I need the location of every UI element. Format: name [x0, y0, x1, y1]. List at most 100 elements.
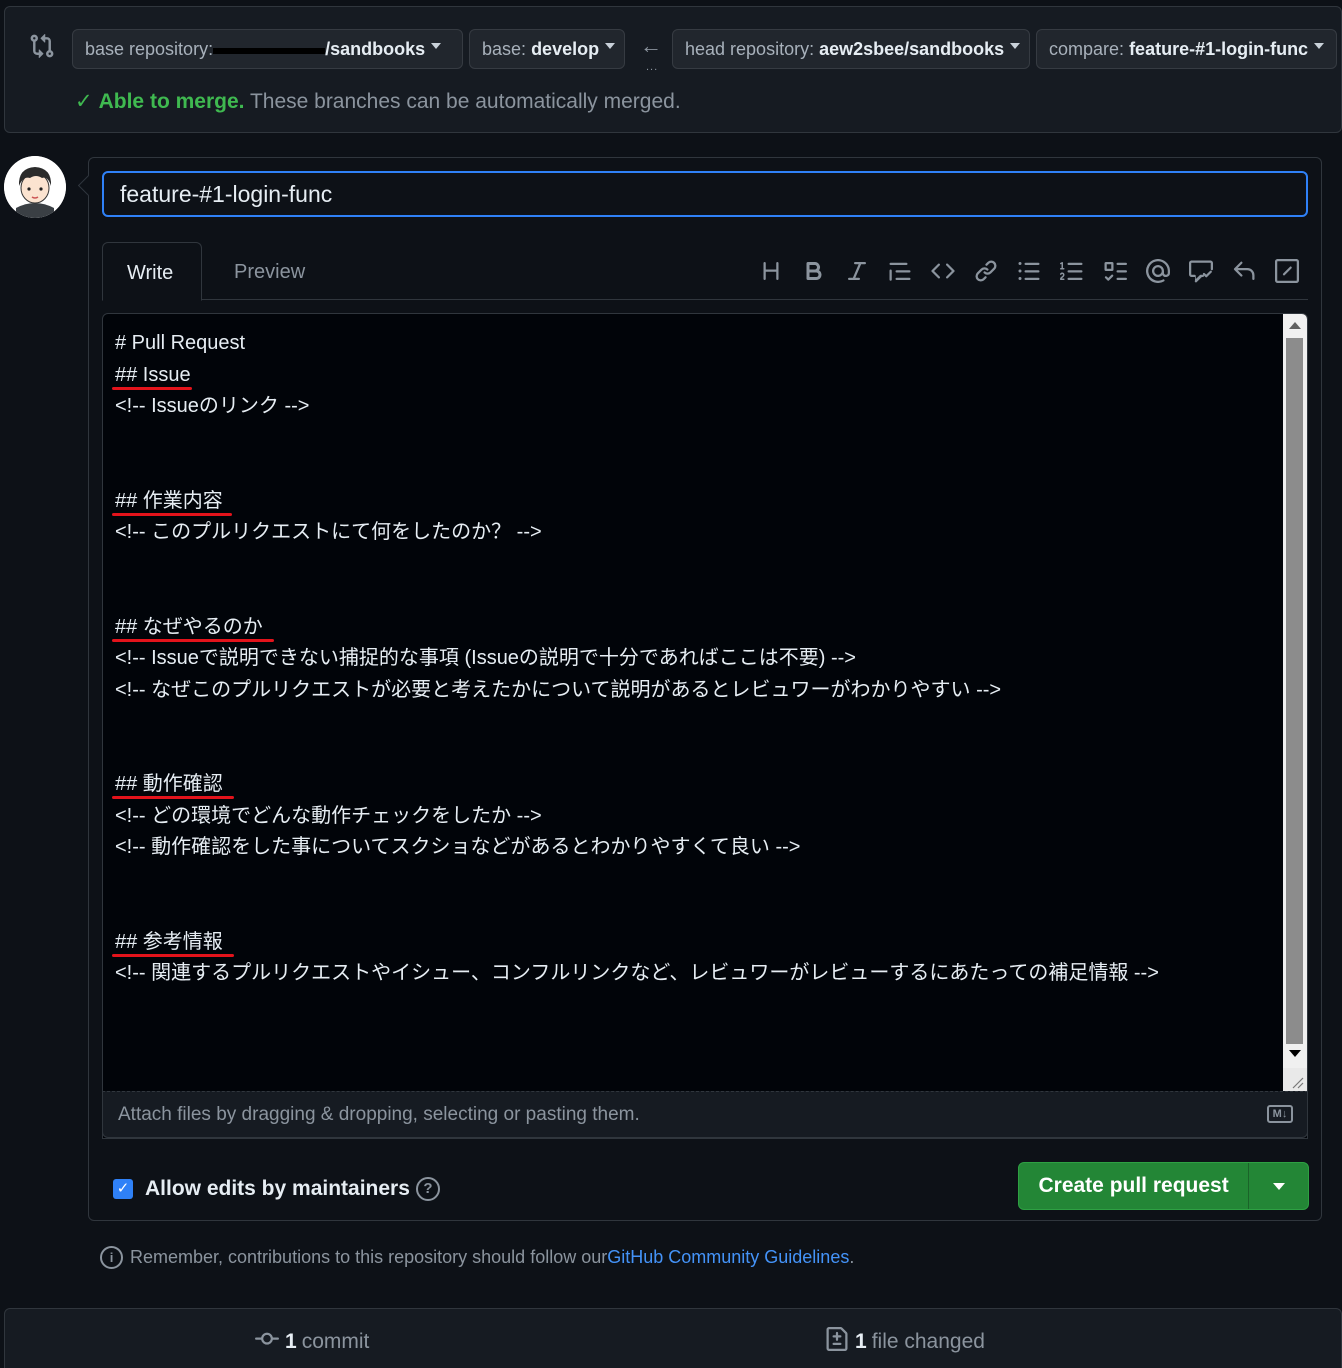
question-icon[interactable]: ? [415, 1177, 440, 1201]
markdown-line [115, 864, 1159, 896]
base-branch-prefix: base: [482, 39, 527, 59]
markdown-line [115, 706, 1159, 738]
quote-icon[interactable] [878, 254, 921, 288]
red-underline-annotation [112, 386, 192, 390]
markdown-title-line: # Pull Request [115, 332, 246, 354]
markdown-heading-line: ## 動作確認 [112, 769, 1159, 801]
scrollbar[interactable] [1283, 314, 1307, 1092]
reference-icon[interactable] [1179, 254, 1222, 288]
markdown-line: <!-- Issueで説明できない捕捉的な事項 (Issueの説明で十分であれば… [115, 647, 856, 669]
red-underline-annotation [112, 953, 234, 957]
markdown-heading-line: ## Issue [112, 360, 1159, 392]
pr-body-text: # Pull Request ## Issue <!-- Issueのリンク -->… [112, 328, 1159, 990]
base-branch-value: develop [531, 39, 600, 59]
merge-status-message: These branches can be automatically merg… [244, 90, 681, 113]
community-guidelines-link[interactable]: GitHub Community Guidelines [607, 1247, 849, 1268]
ordered-list-icon[interactable] [1050, 254, 1093, 288]
italic-icon[interactable] [835, 254, 878, 288]
commit-icon [255, 1327, 279, 1357]
compare-branch-value: feature-#1-login-func [1129, 39, 1309, 59]
markdown-line [115, 738, 1159, 770]
task-list-icon[interactable] [1093, 254, 1136, 288]
commits-label: commit [301, 1330, 370, 1353]
compare-branch-prefix: compare: [1049, 39, 1125, 59]
scroll-up-icon[interactable] [1289, 322, 1301, 329]
markdown-line [115, 454, 1159, 486]
base-repository-prefix: base repository: [85, 39, 214, 59]
pr-body-textarea[interactable]: # Pull Request ## Issue <!-- Issueのリンク -->… [102, 313, 1308, 1139]
link-icon[interactable] [964, 254, 1007, 288]
bold-icon[interactable] [792, 254, 835, 288]
allow-edits-label: Allow edits by maintainers [145, 1177, 410, 1200]
markdown-icon[interactable]: M↓ [1267, 1105, 1293, 1123]
markdown-line: <!-- 関連するプルリクエストやイシュー、コンフルリンクなど、レビュワーがレビ… [115, 962, 1159, 984]
markdown-line: <!-- Issueのリンク --> [115, 395, 310, 417]
scroll-thumb[interactable] [1286, 338, 1303, 1044]
red-underline-annotation [112, 638, 274, 642]
check-icon: ✓ [75, 90, 93, 113]
file-diff-icon [825, 1327, 849, 1357]
scroll-down-icon[interactable] [1289, 1050, 1301, 1057]
allow-edits-checkbox[interactable]: ✓ [113, 1179, 133, 1199]
create-pull-request-button-group: Create pull request [1018, 1162, 1309, 1210]
base-repository-select[interactable]: base repository: /sandbooks [72, 29, 463, 69]
base-branch-select[interactable]: base: develop [469, 29, 625, 69]
unordered-list-icon[interactable] [1007, 254, 1050, 288]
compare-branch-select[interactable]: compare: feature-#1-login-func [1036, 29, 1337, 69]
markdown-line: <!-- このプルリクエストにて何をしたのか？ --> [115, 521, 542, 543]
pr-title-input[interactable] [102, 171, 1308, 217]
heading-icon[interactable] [749, 254, 792, 288]
caret-down-icon [605, 43, 616, 50]
create-options-dropdown[interactable] [1248, 1163, 1308, 1209]
base-repository-value: /sandbooks [325, 39, 426, 59]
arrow-left-icon: ← [640, 33, 662, 58]
reply-icon[interactable] [1222, 254, 1265, 288]
head-repository-prefix: head repository: [685, 39, 815, 59]
head-repository-value: aew2sbee/sandbooks [819, 39, 1005, 59]
markdown-line [115, 423, 1159, 455]
head-repository-select[interactable]: head repository: aew2sbee/sandbooks [672, 29, 1030, 69]
compare-bar: base repository: /sandbooks base: develop… [4, 6, 1342, 133]
pull-request-form: Write Preview # Pull Request ## Issue <!--… [88, 157, 1322, 1221]
markdown-line: <!-- 動作確認をした事についてスクショなどがあるとわかりやすくて良い --> [115, 836, 801, 858]
files-label: file changed [871, 1330, 985, 1353]
tab-write[interactable]: Write [102, 242, 202, 301]
red-underline-annotation [112, 512, 232, 516]
caret-down-icon [1272, 1182, 1285, 1190]
mention-icon[interactable] [1136, 254, 1179, 288]
markdown-line [115, 895, 1159, 927]
info-icon: i [100, 1246, 123, 1269]
merge-status: ✓ Able to merge. These branches can be au… [75, 89, 681, 114]
caret-down-icon [431, 43, 442, 50]
files-changed-summary[interactable]: 1 file changed [825, 1327, 985, 1357]
community-guidelines-notice: i Remember, contributions to this reposi… [100, 1246, 854, 1269]
markdown-line: <!-- どの環境でどんな動作チェックをしたか --> [115, 804, 542, 827]
commits-summary[interactable]: 1 commit [255, 1327, 369, 1357]
slash-commands-icon[interactable] [1265, 254, 1308, 288]
editor-tabs: Write Preview [102, 242, 1308, 301]
avatar[interactable] [4, 156, 66, 218]
markdown-line [115, 580, 1159, 612]
markdown-toolbar [749, 242, 1308, 300]
file-attachment-bar[interactable]: Attach files by dragging & dropping, sel… [102, 1091, 1308, 1138]
markdown-heading-line: ## 作業内容 [112, 486, 1159, 518]
markdown-heading-line: ## 参考情報 [112, 927, 1159, 959]
guideline-text: Remember, contributions to this reposito… [130, 1247, 608, 1267]
create-pull-request-button[interactable]: Create pull request [1019, 1163, 1248, 1209]
red-underline-annotation [112, 796, 234, 799]
markdown-line [115, 549, 1159, 581]
code-icon[interactable] [921, 254, 964, 288]
git-compare-icon [29, 33, 55, 59]
tab-preview[interactable]: Preview [210, 242, 329, 301]
markdown-line: <!-- なぜこのプルリクエストが必要と考えたかについて説明があるとレビュワーが… [115, 678, 1002, 701]
caret-down-icon [1314, 43, 1325, 50]
commits-count: 1 [285, 1330, 297, 1353]
allow-edits-row[interactable]: ✓ Allow edits by maintainers ? [113, 1174, 440, 1204]
caret-down-icon [1010, 43, 1021, 50]
attach-files-text: Attach files by dragging & dropping, sel… [118, 1104, 640, 1125]
redacted-owner [213, 48, 326, 55]
files-count: 1 [855, 1330, 867, 1353]
arrow-dots: ... [646, 61, 659, 73]
avatar-illustration [4, 156, 66, 218]
resize-handle-icon[interactable] [1283, 1068, 1307, 1092]
